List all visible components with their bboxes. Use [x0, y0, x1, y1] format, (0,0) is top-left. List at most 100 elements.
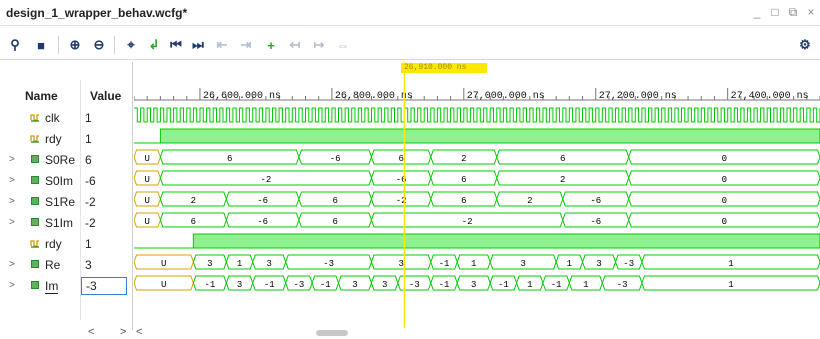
next-marker-icon[interactable]: ↦: [310, 36, 328, 54]
s1im-bus-value: 6: [332, 217, 337, 227]
signal-value-editor[interactable]: -3: [81, 277, 127, 295]
waveform-canvas[interactable]: 26,600.000 ns 26,800.000 ns 27,000.000 ns 2…: [134, 62, 820, 328]
chevron-right-icon[interactable]: >: [9, 217, 15, 228]
s1re-bus-value: 0: [722, 196, 727, 206]
close-button[interactable]: ×: [806, 5, 816, 20]
search-icon[interactable]: ⚲: [6, 36, 24, 54]
chevron-right-icon[interactable]: >: [9, 280, 15, 291]
wave-scroll-left-button[interactable]: <: [136, 326, 142, 338]
zoom-out-icon[interactable]: ⊖: [90, 36, 108, 54]
s0re-bus-value: -6: [330, 154, 341, 164]
im-bus-value: -3: [617, 280, 628, 290]
s0im-bus-value: 6: [461, 175, 466, 185]
s0im-bus-value: -2: [261, 175, 272, 185]
s1im-bus-value: 0: [722, 217, 727, 227]
signal-row-s1re[interactable]: > S1Re -2: [0, 192, 132, 213]
chevron-right-icon[interactable]: >: [9, 175, 15, 186]
signal-value: 1: [85, 237, 92, 251]
cursor-time-label[interactable]: 26,910.000 ns: [401, 63, 487, 73]
signal-row-im[interactable]: > Im -3: [0, 276, 132, 297]
signal-row-clk[interactable]: clk 1: [0, 108, 132, 129]
s1re-bus-value: U: [144, 196, 149, 206]
bit-signal-icon: [30, 240, 39, 248]
maximize-button[interactable]: □: [770, 5, 780, 20]
s1re-bus-value: 6: [461, 196, 466, 206]
im-bus-value: 1: [728, 280, 733, 290]
time-label: 27,200.000 ns: [599, 91, 677, 102]
re-bus-value: 3: [207, 259, 212, 269]
im-bus-value: -1: [204, 280, 215, 290]
signal-value: -2: [85, 195, 96, 209]
signal-value: 3: [85, 258, 92, 272]
s0re-bus-value: 6: [227, 154, 232, 164]
add-marker-icon[interactable]: +: [262, 36, 280, 54]
re-bus-value: 3: [520, 259, 525, 269]
s0re-bus-value: U: [144, 154, 149, 164]
s1re-bus-value: -6: [590, 196, 601, 206]
waveform-pane[interactable]: 26,600.000 ns 26,800.000 ns 27,000.000 ns 2…: [134, 62, 820, 328]
s1im-bus-value: -6: [590, 217, 601, 227]
go-to-cursor-icon[interactable]: ↲: [145, 36, 163, 54]
signal-value: -6: [85, 174, 96, 188]
s1re-bus-value: 2: [191, 196, 196, 206]
signal-row-rdy[interactable]: rdy 1: [0, 234, 132, 255]
s0im-bus-value: 0: [722, 175, 727, 185]
signal-value: 6: [85, 153, 92, 167]
im-bus-value: -1: [320, 280, 331, 290]
go-to-end-icon[interactable]: ⏭: [189, 36, 207, 54]
chevron-right-icon[interactable]: >: [9, 154, 15, 165]
re-bus-value: -3: [623, 259, 634, 269]
s1im-bus-value: 6: [191, 217, 196, 227]
name-column-header[interactable]: Name: [25, 89, 58, 103]
signal-row-s0im[interactable]: > S0Im -6: [0, 171, 132, 192]
scroll-thumb[interactable]: [316, 330, 348, 336]
zoom-fit-icon[interactable]: ⌖: [122, 36, 140, 54]
signal-name: rdy: [45, 132, 62, 146]
signal-name: S0Re: [45, 153, 76, 167]
previous-marker-icon[interactable]: ↤: [286, 36, 304, 54]
toolbar-separator: [114, 36, 115, 54]
time-label: 26,800.000 ns: [335, 91, 413, 102]
chevron-right-icon[interactable]: >: [9, 259, 15, 270]
signal-row-s0re[interactable]: > S0Re 6: [0, 150, 132, 171]
clk-waveform: [134, 107, 820, 123]
restore-button[interactable]: ⧉: [788, 5, 798, 20]
bus-signal-icon: [31, 197, 39, 205]
s1im-bus-value: -6: [257, 217, 268, 227]
save-icon[interactable]: ■: [32, 36, 50, 54]
s1re-bus-value: -6: [257, 196, 268, 206]
signal-name: Im: [45, 279, 59, 294]
signal-row-re[interactable]: > Re 3: [0, 255, 132, 276]
value-column-header[interactable]: Value: [90, 89, 121, 103]
scroll-left-button[interactable]: <: [88, 326, 94, 338]
im-bus-value: U: [161, 280, 166, 290]
s0re-bus-value: 0: [722, 154, 727, 164]
next-transition-icon[interactable]: ⇥: [237, 36, 255, 54]
rdy-2-high-segment: [192, 233, 820, 249]
signal-value: 1: [85, 111, 92, 125]
go-to-start-icon[interactable]: ⏮: [167, 36, 185, 54]
time-label: 26,600.000 ns: [203, 91, 281, 102]
scroll-right-button[interactable]: >: [120, 326, 126, 338]
im-bus-value: -1: [264, 280, 275, 290]
horizontal-scrollbar[interactable]: < > <: [0, 326, 820, 339]
im-bus-value: -1: [551, 280, 562, 290]
settings-icon[interactable]: ⚙: [796, 36, 814, 54]
rdy-1-high-segment: [159, 128, 820, 144]
zoom-in-icon[interactable]: ⊕: [66, 36, 84, 54]
previous-transition-icon[interactable]: ⇤: [213, 36, 231, 54]
signal-name: S1Re: [45, 195, 76, 209]
signal-row-s1im[interactable]: > S1Im -2: [0, 213, 132, 234]
signal-name: clk: [45, 111, 60, 125]
im-bus-value: 1: [583, 280, 588, 290]
pane-divider[interactable]: [132, 62, 133, 330]
s1re-bus-value: 6: [332, 196, 337, 206]
im-bus-value: 3: [352, 280, 357, 290]
s0re-bus-value: 2: [461, 154, 466, 164]
re-bus-value: 1: [471, 259, 476, 269]
im-bus-value: -1: [439, 280, 450, 290]
chevron-right-icon[interactable]: >: [9, 196, 15, 207]
swap-cursors-icon[interactable]: ⇔: [334, 36, 352, 54]
signal-row-rdy[interactable]: rdy 1: [0, 129, 132, 150]
minimize-button[interactable]: _: [752, 5, 762, 20]
